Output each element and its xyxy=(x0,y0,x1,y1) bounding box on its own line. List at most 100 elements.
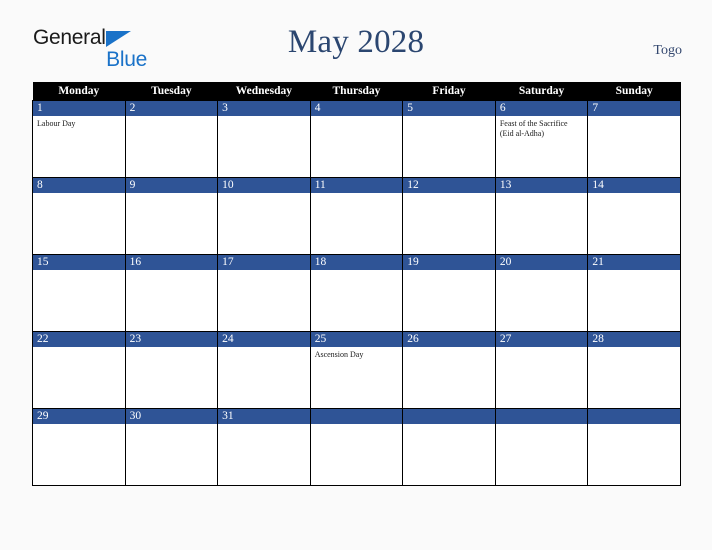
calendar-day-cell[interactable]: 21 xyxy=(587,254,681,332)
day-cell-content: 22 xyxy=(33,332,125,408)
weekday-header-row: Monday Tuesday Wednesday Thursday Friday… xyxy=(32,82,681,101)
day-cell-content: 10 xyxy=(218,178,310,254)
calendar-day-cell[interactable]: 17 xyxy=(217,254,311,332)
day-number: 31 xyxy=(218,409,310,424)
day-number: 9 xyxy=(125,178,218,193)
day-cell-content: 11 xyxy=(310,178,403,254)
calendar-day-cell[interactable]: 8 xyxy=(32,177,126,255)
day-number: 29 xyxy=(33,409,125,424)
calendar-day-cell[interactable]: 12 xyxy=(402,177,496,255)
day-number: 5 xyxy=(403,101,495,116)
calendar-day-cell[interactable]: 22 xyxy=(32,331,126,409)
day-cell-content: 21 xyxy=(588,255,680,331)
day-number xyxy=(588,409,680,424)
day-cell-content: 9 xyxy=(125,178,218,254)
calendar-week-row: 15 16 17 18 19 20 21 xyxy=(32,254,681,332)
weekday-header-tuesday: Tuesday xyxy=(125,82,218,101)
day-number: 22 xyxy=(33,332,125,347)
calendar-day-cell[interactable]: 5 xyxy=(402,100,496,178)
day-number: 26 xyxy=(403,332,495,347)
day-cell-content: 23 xyxy=(125,332,218,408)
calendar-day-cell[interactable]: 1 Labour Day xyxy=(32,100,126,178)
day-cell-content: 30 xyxy=(125,409,218,485)
day-cell-content: 8 xyxy=(33,178,125,254)
page-title: May 2028 xyxy=(287,24,425,60)
calendar-day-cell[interactable] xyxy=(494,408,589,486)
calendar-day-cell[interactable]: 6 Feast of the Sacrifice (Eid al-Adha) xyxy=(494,100,589,178)
day-number: 2 xyxy=(125,101,218,116)
weekday-header-wednesday: Wednesday xyxy=(217,82,311,101)
day-cell-content: 31 xyxy=(218,409,310,485)
day-cell-content: 12 xyxy=(403,178,495,254)
calendar-day-cell[interactable]: 18 xyxy=(309,254,404,332)
weekday-header-monday: Monday xyxy=(32,82,126,101)
calendar-body: 1 Labour Day 2 3 4 5 6 Feast of the Sacrifice (… xyxy=(32,100,681,486)
day-cell-content xyxy=(588,409,680,485)
weekday-header-thursday: Thursday xyxy=(310,82,403,101)
calendar-day-cell[interactable]: 31 xyxy=(217,408,311,486)
day-cell-content: 20 xyxy=(495,255,588,331)
day-number: 23 xyxy=(125,332,218,347)
calendar-day-cell[interactable]: 29 xyxy=(32,408,126,486)
calendar-day-cell[interactable]: 13 xyxy=(494,177,589,255)
calendar-day-cell[interactable]: 10 xyxy=(217,177,311,255)
calendar-day-cell[interactable]: 25 Ascension Day xyxy=(309,331,404,409)
country-label: Togo xyxy=(653,43,682,58)
day-number: 30 xyxy=(125,409,218,424)
calendar-day-cell[interactable]: 26 xyxy=(402,331,496,409)
calendar-day-cell[interactable]: 30 xyxy=(124,408,219,486)
calendar-day-cell[interactable]: 4 xyxy=(309,100,404,178)
day-number: 6 xyxy=(495,101,588,116)
calendar-day-cell[interactable] xyxy=(587,408,681,486)
day-number: 28 xyxy=(588,332,680,347)
weekday-header-saturday: Saturday xyxy=(495,82,588,101)
day-number: 19 xyxy=(403,255,495,270)
calendar-week-row: 8 9 10 11 12 13 14 xyxy=(32,177,681,255)
calendar-day-cell[interactable]: 7 xyxy=(587,100,681,178)
weekday-header-sunday: Sunday xyxy=(587,82,681,101)
day-cell-content: 18 xyxy=(310,255,403,331)
calendar-day-cell[interactable]: 3 xyxy=(217,100,311,178)
day-cell-content: 25 Ascension Day xyxy=(310,332,403,408)
day-cell-content: 1 Labour Day xyxy=(33,101,125,177)
calendar-day-cell[interactable]: 19 xyxy=(402,254,496,332)
weekday-header-friday: Friday xyxy=(402,82,496,101)
calendar-day-cell[interactable]: 11 xyxy=(309,177,404,255)
day-number: 25 xyxy=(310,332,403,347)
day-cell-content: 26 xyxy=(403,332,495,408)
calendar-day-cell[interactable] xyxy=(402,408,496,486)
calendar-day-cell[interactable]: 28 xyxy=(587,331,681,409)
calendar-day-cell[interactable] xyxy=(309,408,404,486)
calendar-day-cell[interactable]: 24 xyxy=(217,331,311,409)
day-cell-content: 15 xyxy=(33,255,125,331)
calendar-day-cell[interactable]: 14 xyxy=(587,177,681,255)
day-number: 1 xyxy=(33,101,125,116)
calendar-day-cell[interactable]: 20 xyxy=(494,254,589,332)
calendar-day-cell[interactable]: 16 xyxy=(124,254,219,332)
day-cell-content: 4 xyxy=(310,101,403,177)
day-event-label: Feast of the Sacrifice (Eid al-Adha) xyxy=(499,119,568,138)
calendar-day-cell[interactable]: 9 xyxy=(124,177,219,255)
calendar-day-cell[interactable]: 23 xyxy=(124,331,219,409)
day-cell-content: 16 xyxy=(125,255,218,331)
calendar-week-row: 29 30 31 xyxy=(32,408,681,486)
calendar-day-cell[interactable]: 27 xyxy=(494,331,589,409)
day-number: 14 xyxy=(588,178,680,193)
day-cell-content: 13 xyxy=(495,178,588,254)
calendar-week-row: 1 Labour Day 2 3 4 5 6 Feast of the Sacrifice (… xyxy=(32,100,681,178)
day-number: 11 xyxy=(310,178,403,193)
day-cell-content: 7 xyxy=(588,101,680,177)
day-cell-content: 17 xyxy=(218,255,310,331)
day-number xyxy=(310,409,403,424)
day-number: 16 xyxy=(125,255,218,270)
day-number: 27 xyxy=(495,332,588,347)
calendar-day-cell[interactable]: 2 xyxy=(124,100,219,178)
day-cell-content: 5 xyxy=(403,101,495,177)
day-number: 20 xyxy=(495,255,588,270)
day-cell-content xyxy=(403,409,495,485)
calendar-day-cell[interactable]: 15 xyxy=(32,254,126,332)
day-number xyxy=(403,409,495,424)
day-number: 13 xyxy=(495,178,588,193)
day-number: 17 xyxy=(218,255,310,270)
day-cell-content xyxy=(495,409,588,485)
